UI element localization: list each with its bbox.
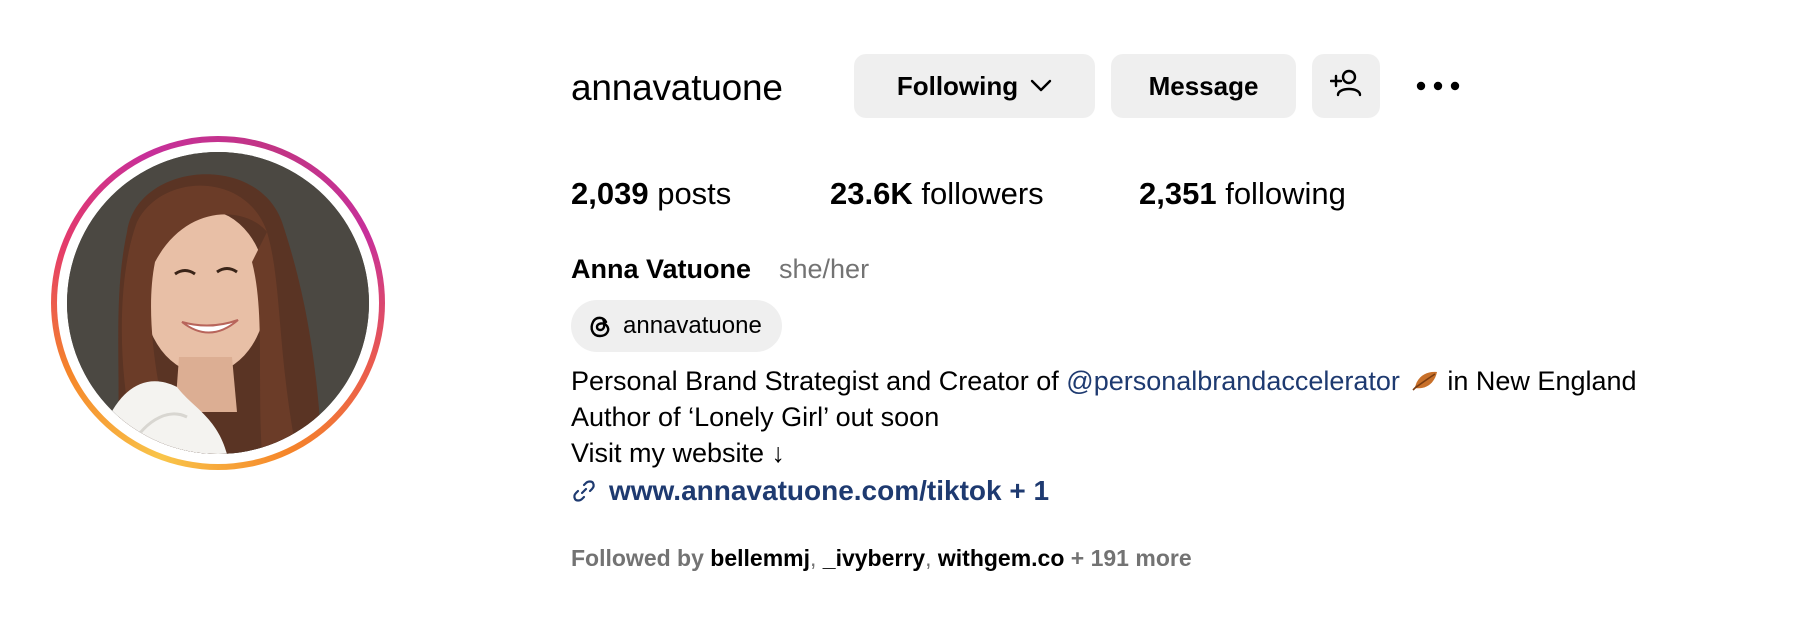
bio-mention-link[interactable]: @personalbrandaccelerator — [1066, 366, 1400, 396]
chevron-down-icon — [1030, 79, 1052, 93]
person-add-icon — [1329, 69, 1362, 104]
followed-by-label: Followed by — [571, 545, 704, 571]
threads-icon — [585, 311, 615, 341]
threads-handle: annavatuone — [623, 312, 762, 339]
followed-by-more[interactable]: + 191 more — [1071, 545, 1192, 571]
profile-username: annavatuone — [571, 67, 783, 108]
external-link[interactable]: www.annavatuone.com/tiktok + 1 — [571, 472, 1049, 510]
followers-link[interactable]: 23.6K followers — [830, 172, 1044, 216]
link-icon — [571, 478, 597, 504]
story-ring[interactable] — [51, 136, 385, 470]
profile-pronouns: she/her — [779, 254, 870, 284]
threads-badge[interactable]: annavatuone — [571, 300, 782, 352]
posts-count: 2,039 posts — [571, 176, 732, 211]
avatar-photo — [67, 152, 369, 454]
bio-line-2: Author of ‘Lonely Girl’ out soon — [571, 402, 940, 432]
profile-page: annavatuone Following Message 2,039 post… — [0, 0, 1802, 624]
mutual-follower[interactable]: withgem.co — [938, 545, 1065, 571]
following-link[interactable]: 2,351 following — [1139, 172, 1346, 216]
suggest-accounts-button[interactable] — [1312, 54, 1380, 118]
avatar[interactable] — [67, 152, 369, 454]
bio-line-3: Visit my website ↓ — [571, 438, 786, 468]
message-button-label: Message — [1148, 70, 1259, 101]
more-options-icon[interactable] — [1414, 70, 1462, 102]
followed-by[interactable]: Followed by bellemmj, _ivyberry, withgem… — [571, 542, 1192, 574]
profile-full-name: Anna Vatuone — [571, 254, 752, 284]
external-link-text: www.annavatuone.com/tiktok + 1 — [609, 475, 1050, 506]
fallen-leaf-emoji — [1411, 367, 1441, 393]
following-button-label: Following — [896, 70, 1019, 101]
following-button[interactable]: Following — [854, 54, 1095, 118]
message-button[interactable]: Message — [1111, 54, 1296, 118]
mutual-follower[interactable]: _ivyberry — [823, 545, 925, 571]
mutual-follower[interactable]: bellemmj — [710, 545, 810, 571]
bio-line-1: Personal Brand Strategist and Creator of… — [571, 366, 1637, 396]
profile-bio: Personal Brand Strategist and Creator of… — [571, 363, 1637, 471]
